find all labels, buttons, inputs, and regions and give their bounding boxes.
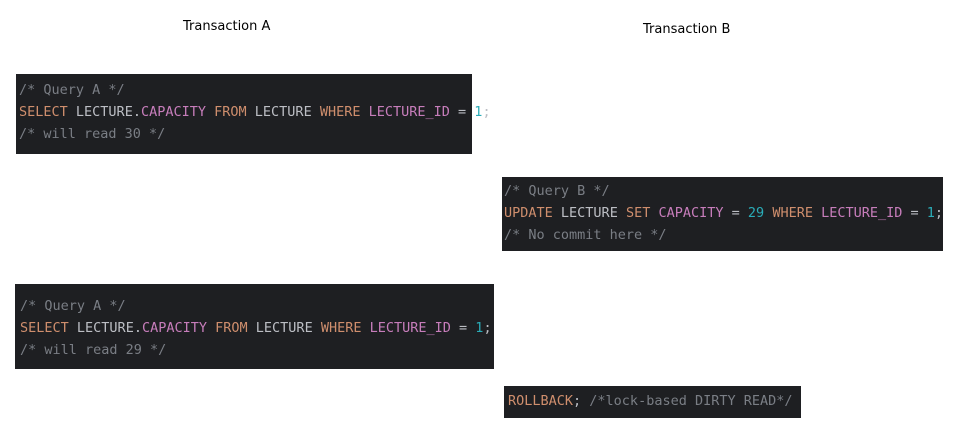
code-line: /* Query A */ — [19, 79, 472, 101]
code-line: SELECT LECTURE.CAPACITY FROM LECTURE WHE… — [20, 317, 494, 339]
sql-punctuation — [248, 320, 256, 336]
sql-keyword: UPDATE — [504, 205, 553, 221]
sql-punctuation — [553, 205, 561, 221]
sql-keyword: SET — [625, 205, 651, 221]
code-line: /* No commit here */ — [504, 224, 943, 246]
sql-field: CAPACITY — [140, 104, 206, 120]
sql-punctuation: = — [450, 320, 476, 336]
code-line: SELECT LECTURE.CAPACITY FROM LECTURE WHE… — [19, 101, 491, 123]
sql-punctuation: ; — [483, 320, 492, 336]
sql-keyword: FROM — [214, 104, 247, 120]
sql-field: LECTURE_ID — [368, 104, 450, 120]
sql-keyword: FROM — [215, 320, 248, 336]
code-line: UPDATE LECTURE SET CAPACITY = 29 WHERE L… — [504, 202, 943, 224]
sql-punctuation — [69, 320, 77, 336]
sql-comment: /* No commit here */ — [504, 227, 667, 243]
sql-number: 29 — [747, 205, 765, 221]
sql-keyword: WHERE — [319, 104, 361, 120]
sql-punctuation — [312, 104, 320, 120]
sql-comment: /* Query A */ — [19, 82, 125, 98]
sql-identifier: LECTURE — [76, 320, 134, 336]
transaction-b-heading: Transaction B — [643, 22, 731, 37]
sql-field: CAPACITY — [141, 320, 207, 336]
sql-comment: /* Query B */ — [504, 183, 610, 199]
sql-punctuation: = — [902, 205, 927, 221]
sql-punctuation — [313, 320, 321, 336]
sql-comment: /*lock-based DIRTY READ*/ — [589, 393, 793, 409]
sql-punctuation: = — [723, 205, 748, 221]
sql-field: LECTURE_ID — [369, 320, 451, 336]
sql-comment: /* will read 29 */ — [20, 342, 167, 358]
rollback-block: ROLLBACK; /*lock-based DIRTY READ*/ — [504, 386, 801, 418]
sql-identifier: LECTURE — [254, 104, 312, 120]
sql-punctuation: = — [449, 104, 475, 120]
sql-keyword: WHERE — [320, 320, 362, 336]
sql-punctuation: . — [133, 320, 142, 336]
sql-identifier: LECTURE — [255, 320, 313, 336]
sql-identifier: LECTURE — [75, 104, 133, 120]
sql-comment: /* Query A */ — [20, 298, 126, 314]
sql-punctuation — [618, 205, 626, 221]
sql-punctuation: ; — [573, 393, 590, 409]
sql-punctuation — [361, 320, 369, 336]
query-b-update-block: /* Query B */ UPDATE LECTURE SET CAPACITY… — [502, 177, 943, 251]
sql-field: CAPACITY — [658, 205, 724, 221]
query-a-select-block-2: /* Query A */ SELECT LECTURE.CAPACITY FRO… — [15, 284, 494, 369]
sql-comment: /* will read 30 */ — [19, 126, 166, 142]
sql-identifier: LECTURE — [560, 205, 618, 221]
sql-keyword: SELECT — [20, 320, 69, 336]
sql-punctuation: . — [132, 104, 141, 120]
code-line: /* will read 30 */ — [19, 123, 472, 145]
sql-punctuation — [360, 104, 368, 120]
sql-keyword: WHERE — [772, 205, 813, 221]
query-a-select-block-1: /* Query A */ SELECT LECTURE.CAPACITY FRO… — [16, 74, 491, 154]
sql-keyword: SELECT — [19, 104, 68, 120]
sql-punctuation — [247, 104, 255, 120]
sql-punctuation: ; — [482, 104, 491, 120]
sql-punctuation — [207, 320, 215, 336]
sql-punctuation — [650, 205, 658, 221]
sql-punctuation — [68, 104, 76, 120]
code-line: /* will read 29 */ — [20, 339, 494, 361]
sql-punctuation: ; — [934, 205, 944, 221]
sql-number: 1 — [926, 205, 935, 221]
sql-field: LECTURE_ID — [821, 205, 903, 221]
transaction-a-heading: Transaction A — [183, 19, 271, 34]
code-line: /* Query A */ — [20, 295, 494, 317]
sql-punctuation — [813, 205, 821, 221]
sql-punctuation — [206, 104, 214, 120]
sql-keyword: ROLLBACK — [508, 393, 574, 409]
code-line: ROLLBACK; /*lock-based DIRTY READ*/ — [508, 390, 801, 412]
code-line: /* Query B */ — [504, 180, 943, 202]
